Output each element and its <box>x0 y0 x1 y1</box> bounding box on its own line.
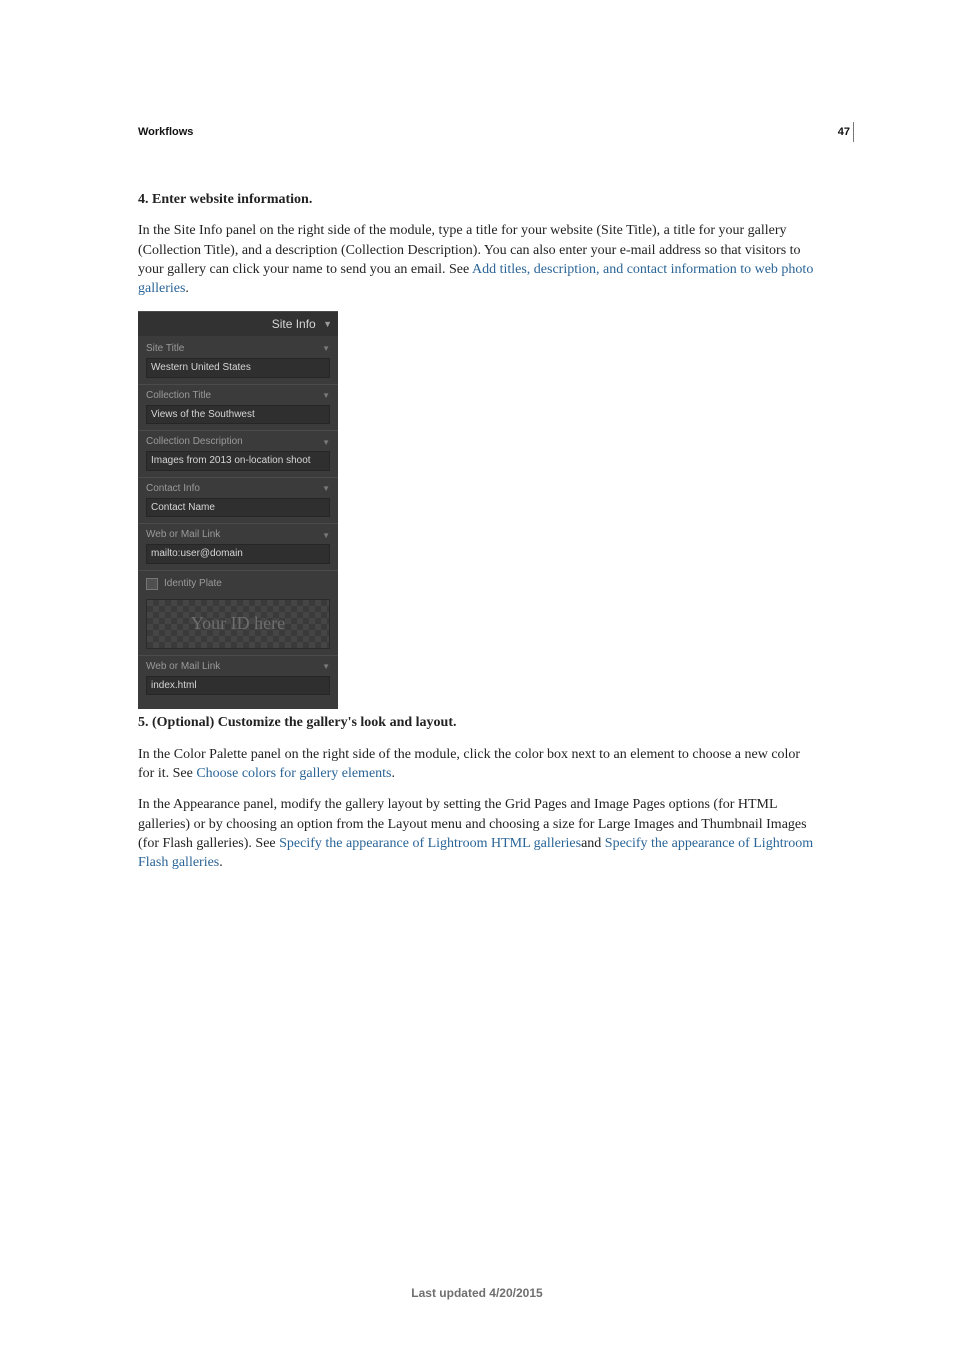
contact-info-label: Contact Info <box>146 482 200 496</box>
chevron-down-icon[interactable]: ▼ <box>322 390 330 401</box>
link-choose-colors[interactable]: Choose colors for gallery elements <box>196 766 391 781</box>
chevron-down-icon[interactable]: ▼ <box>322 343 330 354</box>
site-info-panel-body: Site Title ▼ Western United States Colle… <box>138 336 338 709</box>
collection-description-section: Collection Description ▼ Images from 201… <box>138 430 338 477</box>
chevron-down-icon[interactable]: ▼ <box>322 437 330 448</box>
identity-plate-checkbox[interactable] <box>146 578 158 590</box>
identity-web-link-section: Web or Mail Link ▼ index.html <box>138 655 338 702</box>
site-title-input[interactable]: Western United States <box>146 358 330 378</box>
link-html-galleries[interactable]: Specify the appearance of Lightroom HTML… <box>279 836 581 851</box>
step4-paragraph: In the Site Info panel on the right side… <box>138 221 818 298</box>
chevron-down-icon: ▼ <box>323 319 332 329</box>
collection-description-label: Collection Description <box>146 435 243 449</box>
identity-plate-placeholder: Your ID here <box>191 611 285 636</box>
contact-info-section: Contact Info ▼ Contact Name <box>138 477 338 524</box>
step5-paragraph-2: In the Appearance panel, modify the gall… <box>138 795 818 872</box>
chevron-down-icon[interactable]: ▼ <box>322 530 330 541</box>
collection-title-input[interactable]: Views of the Southwest <box>146 405 330 425</box>
contact-info-input[interactable]: Contact Name <box>146 498 330 518</box>
page: 47 Workflows 4. Enter website informatio… <box>0 0 954 1350</box>
identity-web-link-label: Web or Mail Link <box>146 660 220 674</box>
site-title-section: Site Title ▼ Western United States <box>138 338 338 384</box>
collection-title-section: Collection Title ▼ Views of the Southwes… <box>138 384 338 431</box>
step5-heading: 5. (Optional) Customize the gallery's lo… <box>138 713 818 732</box>
collection-title-label: Collection Title <box>146 389 211 403</box>
chevron-down-icon[interactable]: ▼ <box>322 483 330 494</box>
web-mail-link-input[interactable]: mailto:user@domain <box>146 544 330 564</box>
web-mail-link-label: Web or Mail Link <box>146 528 220 542</box>
collection-description-input[interactable]: Images from 2013 on-location shoot <box>146 451 330 471</box>
header-area: Workflows <box>138 122 854 140</box>
step4-text-b: . <box>185 281 189 296</box>
panel-title: Site Info <box>272 317 316 331</box>
identity-plate-row: Identity Plate <box>138 570 338 595</box>
step5-text-2b: and <box>581 836 605 851</box>
identity-plate-preview[interactable]: Your ID here <box>146 599 330 649</box>
step5-text-1b: . <box>392 766 396 781</box>
site-title-label: Site Title <box>146 342 184 356</box>
site-info-panel: Site Info ▼ Site Title ▼ Western United … <box>138 311 338 710</box>
footer-last-updated: Last updated 4/20/2015 <box>0 1286 954 1300</box>
step5-paragraph-1: In the Color Palette panel on the right … <box>138 745 818 784</box>
identity-web-link-input[interactable]: index.html <box>146 676 330 696</box>
web-mail-link-section: Web or Mail Link ▼ mailto:user@domain <box>138 523 338 570</box>
chapter-header: Workflows <box>138 126 193 138</box>
content: 4. Enter website information. In the Sit… <box>138 190 818 885</box>
chevron-down-icon[interactable]: ▼ <box>322 661 330 672</box>
step4-heading: 4. Enter website information. <box>138 190 818 209</box>
site-info-panel-header[interactable]: Site Info ▼ <box>138 311 338 337</box>
identity-plate-label: Identity Plate <box>164 577 222 591</box>
step5-text-2c: . <box>219 855 223 870</box>
